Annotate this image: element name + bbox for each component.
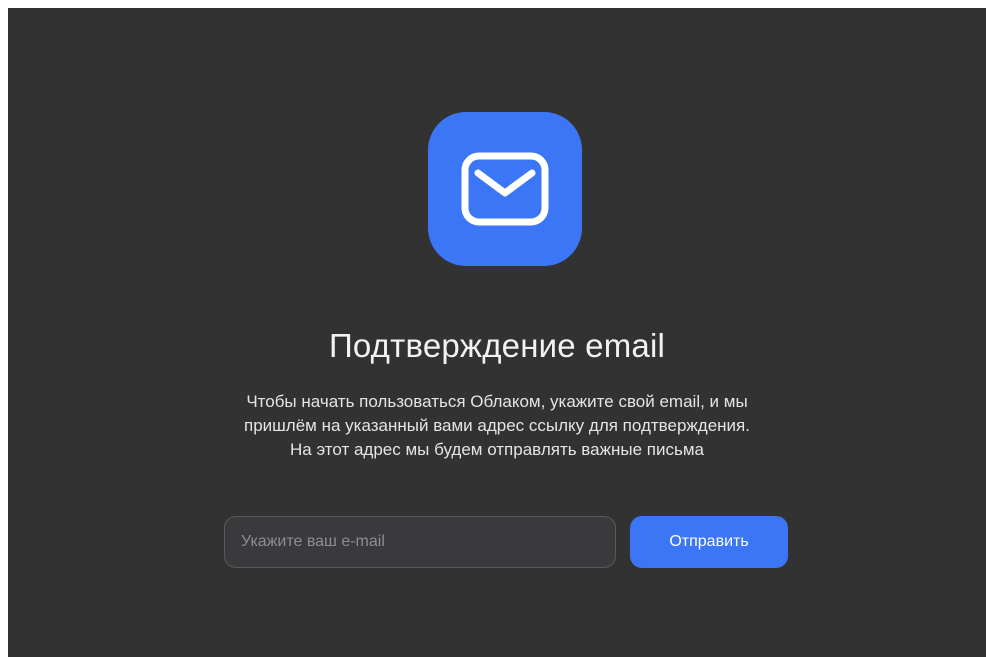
- send-button[interactable]: Отправить: [630, 516, 788, 568]
- email-input[interactable]: [224, 516, 616, 568]
- description-text: Чтобы начать пользоваться Облаком, укажи…: [8, 390, 986, 462]
- description-line: Чтобы начать пользоваться Облаком, укажи…: [246, 392, 748, 411]
- description-line: На этот адрес мы будем отправлять важные…: [290, 440, 704, 459]
- mail-app-tile: [428, 112, 582, 266]
- email-confirmation-panel: Подтверждение email Чтобы начать пользов…: [8, 8, 986, 657]
- description-line: пришлём на указанный вами адрес ссылку д…: [244, 416, 750, 435]
- envelope-icon: [461, 152, 549, 226]
- page-title: Подтверждение email: [328, 327, 666, 364]
